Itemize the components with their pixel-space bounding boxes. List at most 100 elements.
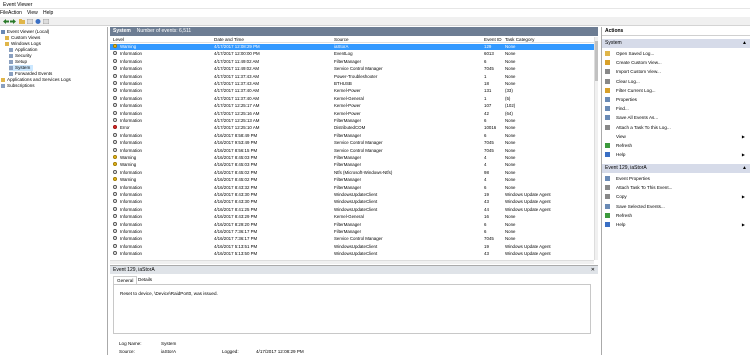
action-save-selected-events[interactable]: Save Selected Events... <box>602 202 750 211</box>
table-row[interactable]: Information 4/16/2017 8:43:32 PM FilterMan… <box>110 184 594 191</box>
cell-level: Information <box>120 192 142 197</box>
filter-icon <box>605 87 610 93</box>
information-icon <box>113 58 117 63</box>
tab-details[interactable]: Details <box>135 276 155 284</box>
action-attach-task-to-this-event[interactable]: Attach Task To This Event... <box>602 183 750 192</box>
action-find[interactable]: Find... <box>602 104 750 113</box>
action-refresh[interactable]: Refresh <box>602 141 750 150</box>
table-row[interactable]: Information 4/16/2017 8:41:25 PM WindowsUp… <box>110 206 594 213</box>
table-row[interactable]: Information 4/16/2017 8:45:02 PM Ntfs (Mic… <box>110 169 594 176</box>
submenu-arrow-icon: ▶ <box>741 222 745 227</box>
action-help[interactable]: Help ▶ <box>602 150 750 159</box>
cell-id: 42 <box>484 110 489 116</box>
table-row[interactable]: Information 4/16/2017 8:43:30 PM WindowsUp… <box>110 192 594 198</box>
action-help[interactable]: Help ▶ <box>602 220 750 229</box>
cell-level: Error <box>120 125 130 131</box>
cell-source: Service Control Manager <box>334 147 383 153</box>
action-save-all-events-as[interactable]: Save All Events As... <box>602 113 750 122</box>
tree-item-subscriptions[interactable]: Subscriptions <box>1 83 35 89</box>
table-row[interactable]: Information 4/17/2017 11:37:43 AM BTHUSB 18… <box>110 81 594 87</box>
action-refresh[interactable]: Refresh <box>602 211 750 220</box>
back-icon[interactable] <box>3 19 9 24</box>
table-row[interactable]: Information 4/17/2017 11:49:02 AM FilterMa… <box>110 58 594 65</box>
table-row[interactable]: Error 4/17/2017 12:25:10 AM DistributedCOM… <box>110 125 594 131</box>
table-row[interactable]: Information 4/16/2017 7:36:17 PM Service C… <box>110 236 594 242</box>
information-icon <box>113 132 117 137</box>
close-icon[interactable]: ✕ <box>591 266 595 275</box>
action-filter-current-log[interactable]: Filter Current Log... <box>602 86 750 95</box>
column-level[interactable]: Level <box>113 37 124 43</box>
cell-date: 4/16/2017 8:56:15 PM <box>214 147 258 153</box>
action-copy[interactable]: Copy ▶ <box>602 192 750 201</box>
horizontal-scrollbar[interactable] <box>110 260 594 264</box>
cell-date: 4/16/2017 7:36:17 PM <box>214 236 258 242</box>
collapse-icon[interactable]: ▲ <box>742 164 747 173</box>
menu-action[interactable]: Action <box>8 10 22 16</box>
table-row[interactable]: Information 4/16/2017 5:13:50 PM WindowsUp… <box>110 251 594 257</box>
table-row[interactable]: Information 4/17/2017 12:25:13 AM FilterMa… <box>110 118 594 124</box>
forward-icon[interactable] <box>10 19 16 24</box>
collapse-icon[interactable]: ▲ <box>742 39 747 48</box>
action-attach-a-task-to-this-log[interactable]: Attach a Task To this Log... <box>602 123 750 132</box>
action-import-custom-view[interactable]: Import Custom View... <box>602 67 750 76</box>
cell-date: 4/16/2017 8:29:20 PM <box>214 221 258 227</box>
menu-file[interactable]: File <box>0 10 8 16</box>
table-row[interactable]: Information 4/17/2017 12:00:00 PM EventLog… <box>110 51 594 57</box>
action-label: Open Saved Log... <box>616 51 655 56</box>
cell-task: None <box>505 214 516 220</box>
column-event-id[interactable]: Event ID <box>484 37 502 43</box>
pane-icon[interactable] <box>43 19 49 24</box>
folder-icon[interactable] <box>19 19 25 24</box>
table-row[interactable]: Information 4/17/2017 11:37:40 AM Kernel-G… <box>110 95 594 102</box>
event-list-header: System Number of events: 6,511 <box>110 27 598 36</box>
table-row[interactable]: Information 4/17/2017 11:37:40 AM Kernel-P… <box>110 88 594 94</box>
table-row[interactable]: Warning 4/17/2017 12:08:29 PM iaStorA 129 No… <box>110 44 594 50</box>
table-row[interactable]: Information 4/17/2017 11:37:43 AM Power-Tr… <box>110 73 594 80</box>
scroll-thumb[interactable] <box>595 41 598 81</box>
column-date-time[interactable]: Date and Time <box>214 37 244 43</box>
grid-icon[interactable] <box>27 19 33 24</box>
cell-level: Warning <box>120 44 137 49</box>
table-row[interactable]: Information 4/16/2017 8:29:20 PM FilterMan… <box>110 221 594 228</box>
cell-date: 4/17/2017 11:37:40 AM <box>214 95 260 101</box>
actions-section-event[interactable]: Event 129, iaStorA ▲ <box>602 164 750 173</box>
action-label: Import Custom View... <box>616 69 661 75</box>
table-row[interactable]: Warning 4/16/2017 8:45:02 PM FilterManager… <box>110 177 594 183</box>
table-row[interactable]: Warning 4/16/2017 8:45:03 PM FilterManager… <box>110 162 594 168</box>
table-row[interactable]: Warning 4/16/2017 8:45:03 PM FilterManager… <box>110 155 594 161</box>
table-row[interactable]: Information 4/16/2017 5:13:51 PM WindowsUp… <box>110 243 594 250</box>
table-row[interactable]: Information 4/16/2017 8:43:30 PM WindowsUp… <box>110 199 594 205</box>
tab-general[interactable]: General <box>113 276 138 284</box>
action-view[interactable]: View ▶ <box>602 132 750 141</box>
table-row[interactable]: Information 4/16/2017 8:56:15 PM Service C… <box>110 147 594 154</box>
vertical-scrollbar[interactable] <box>594 37 598 260</box>
help-icon[interactable] <box>35 19 41 24</box>
action-event-properties[interactable]: Event Properties <box>602 174 750 183</box>
action-open-saved-log[interactable]: Open Saved Log... <box>602 49 750 58</box>
actions-section-system[interactable]: System ▲ <box>602 39 750 48</box>
menu-help[interactable]: Help <box>43 10 53 16</box>
action-properties[interactable]: Properties <box>602 95 750 104</box>
logged-value: 4/17/2017 12:08:29 PM <box>256 349 304 354</box>
table-row[interactable]: Information 4/16/2017 9:53:49 PM Service C… <box>110 140 594 146</box>
event-message-box[interactable]: Reset to device, \Device\RaidPort0, was … <box>113 284 591 334</box>
table-row[interactable]: Information 4/16/2017 7:36:17 PM FilterMan… <box>110 229 594 235</box>
table-row[interactable]: Information 4/17/2017 12:25:16 AM Kernel-P… <box>110 110 594 117</box>
table-row[interactable]: Information 4/16/2017 8:43:29 PM Kernel-Ge… <box>110 214 594 220</box>
error-icon <box>113 125 117 130</box>
filter-icon <box>605 60 610 66</box>
table-row[interactable]: Information 4/16/2017 8:58:49 PM FilterMan… <box>110 132 594 139</box>
table-row[interactable]: Information 4/17/2017 12:25:17 AM Kernel-P… <box>110 103 594 109</box>
cell-task: None <box>505 73 516 79</box>
action-create-custom-view[interactable]: Create Custom View... <box>602 58 750 67</box>
cell-level: Information <box>120 66 142 72</box>
table-row[interactable]: Information 4/17/2017 11:49:02 AM Service … <box>110 66 594 72</box>
cell-date: 4/16/2017 7:36:17 PM <box>214 229 258 234</box>
column-task-category[interactable]: Task Category <box>505 37 534 43</box>
cell-id: 6 <box>484 132 487 138</box>
menu-view[interactable]: View <box>27 10 38 16</box>
cell-date: 4/16/2017 8:45:03 PM <box>214 155 258 160</box>
column-source[interactable]: Source <box>334 37 349 43</box>
event-message: Reset to device, \Device\RaidPort0, was … <box>120 291 218 296</box>
action-clear-log[interactable]: Clear Log... <box>602 77 750 86</box>
